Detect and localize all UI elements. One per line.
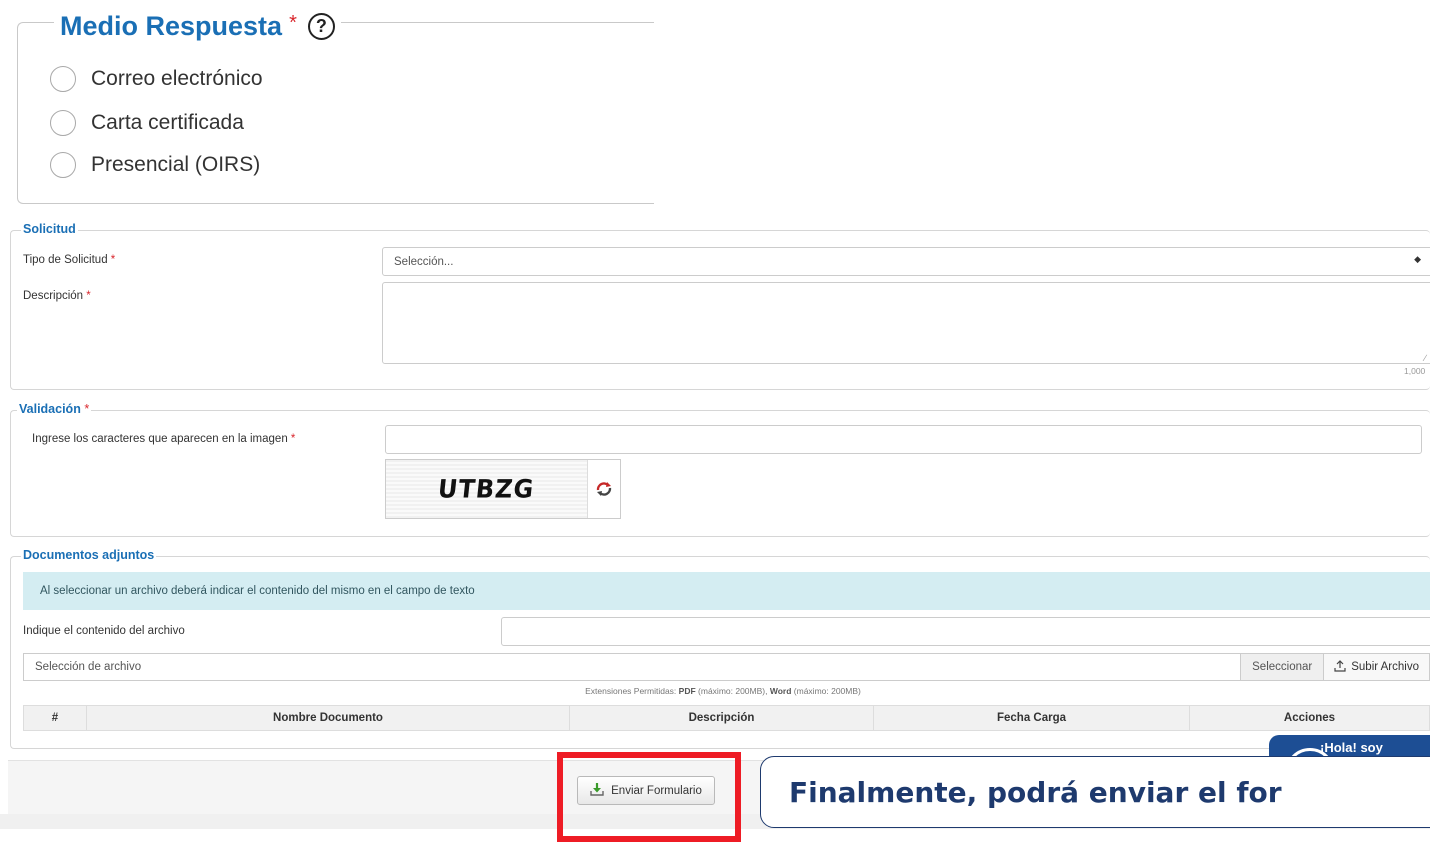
file-name-display[interactable]: Selección de archivo [24,654,1240,680]
ext-word: Word [769,686,792,696]
contenido-archivo-input[interactable] [501,617,1430,646]
col-fecha-carga[interactable]: Fecha Carga [873,705,1190,731]
descripcion-label: Descripción * [23,290,91,302]
select-file-button[interactable]: Seleccionar [1240,654,1324,680]
validacion-legend-text: Validación [19,402,81,416]
tipo-solicitud-select[interactable]: Selección... ◆ [382,247,1430,276]
required-mark: * [290,433,296,445]
captcha-label-text: Ingrese los caracteres que aparecen en l… [32,433,288,445]
col-descripcion[interactable]: Descripción [569,705,874,731]
ext-word-limit: (máximo: 200MB) [793,686,861,696]
file-upload-group: Selección de archivo Seleccionar Subir A… [23,653,1430,681]
tipo-solicitud-value: Selección... [394,255,454,268]
ext-pdf: PDF [678,686,696,696]
tutorial-tooltip: Finalmente, podrá enviar el for [760,756,1430,828]
solicitud-legend: Solicitud [21,222,78,236]
captcha-text: UTBZG [436,474,537,504]
allowed-extensions-note: Extensiones Permitidas: PDF (máximo: 200… [23,686,1423,696]
col-number[interactable]: # [23,705,87,731]
captcha-input[interactable] [385,425,1422,454]
captcha-refresh-icon[interactable] [588,460,620,518]
tipo-solicitud-label: Tipo de Solicitud * [23,254,115,266]
radio-option-correo[interactable]: Correo electrónico [50,64,263,94]
radio-option-presencial[interactable]: Presencial (OIRS) [50,150,260,180]
validacion-legend: Validación * [17,402,92,416]
radio-button[interactable] [50,110,76,136]
resize-handle-icon[interactable]: ∕ [1424,353,1426,363]
radio-label: Correo electrónico [91,67,263,90]
documentos-legend: Documentos adjuntos [21,548,157,562]
medio-respuesta-legend: Medio Respuesta * ? [54,6,341,46]
radio-option-carta[interactable]: Carta certificada [50,108,244,138]
tipo-solicitud-label-text: Tipo de Solicitud [23,254,108,266]
upload-icon [1334,659,1346,675]
info-alert: Al seleccionar un archivo deberá indicar… [23,572,1430,610]
chat-greeting: ¡Hola! soy [1320,740,1383,755]
radio-button[interactable] [50,66,76,92]
contenido-archivo-label: Indique el contenido del archivo [23,625,185,637]
upload-file-button[interactable]: Subir Archivo [1323,654,1429,680]
radio-button[interactable] [50,152,76,178]
documents-table: # Nombre Documento Descripción Fecha Car… [23,705,1430,731]
table-header-row: # Nombre Documento Descripción Fecha Car… [23,705,1430,731]
upload-file-label: Subir Archivo [1351,661,1419,673]
ext-pdf-limit: (máximo: 200MB), [698,686,768,696]
mask [654,15,834,210]
required-mark: * [84,402,90,416]
select-arrows-icon: ◆ [1414,254,1421,264]
char-counter: 1,000 [1404,366,1426,376]
ext-prefix: Extensiones Permitidas: [585,686,677,696]
help-icon[interactable]: ? [307,12,335,40]
descripcion-label-text: Descripción [23,290,84,302]
medio-respuesta-title: Medio Respuesta [60,10,283,41]
captcha-widget: UTBZG [385,459,621,519]
required-mark: * [110,254,116,266]
radio-label: Presencial (OIRS) [91,153,261,176]
col-acciones[interactable]: Acciones [1189,705,1430,731]
captcha-label: Ingrese los caracteres que aparecen en l… [32,433,295,445]
descripcion-textarea[interactable]: ∕ [382,282,1430,364]
captcha-image: UTBZG [386,460,588,518]
col-nombre-documento[interactable]: Nombre Documento [86,705,570,731]
radio-label: Carta certificada [91,111,244,134]
required-mark: * [289,11,297,34]
tooltip-text: Finalmente, podrá enviar el for [789,775,1282,809]
required-mark: * [86,290,91,302]
